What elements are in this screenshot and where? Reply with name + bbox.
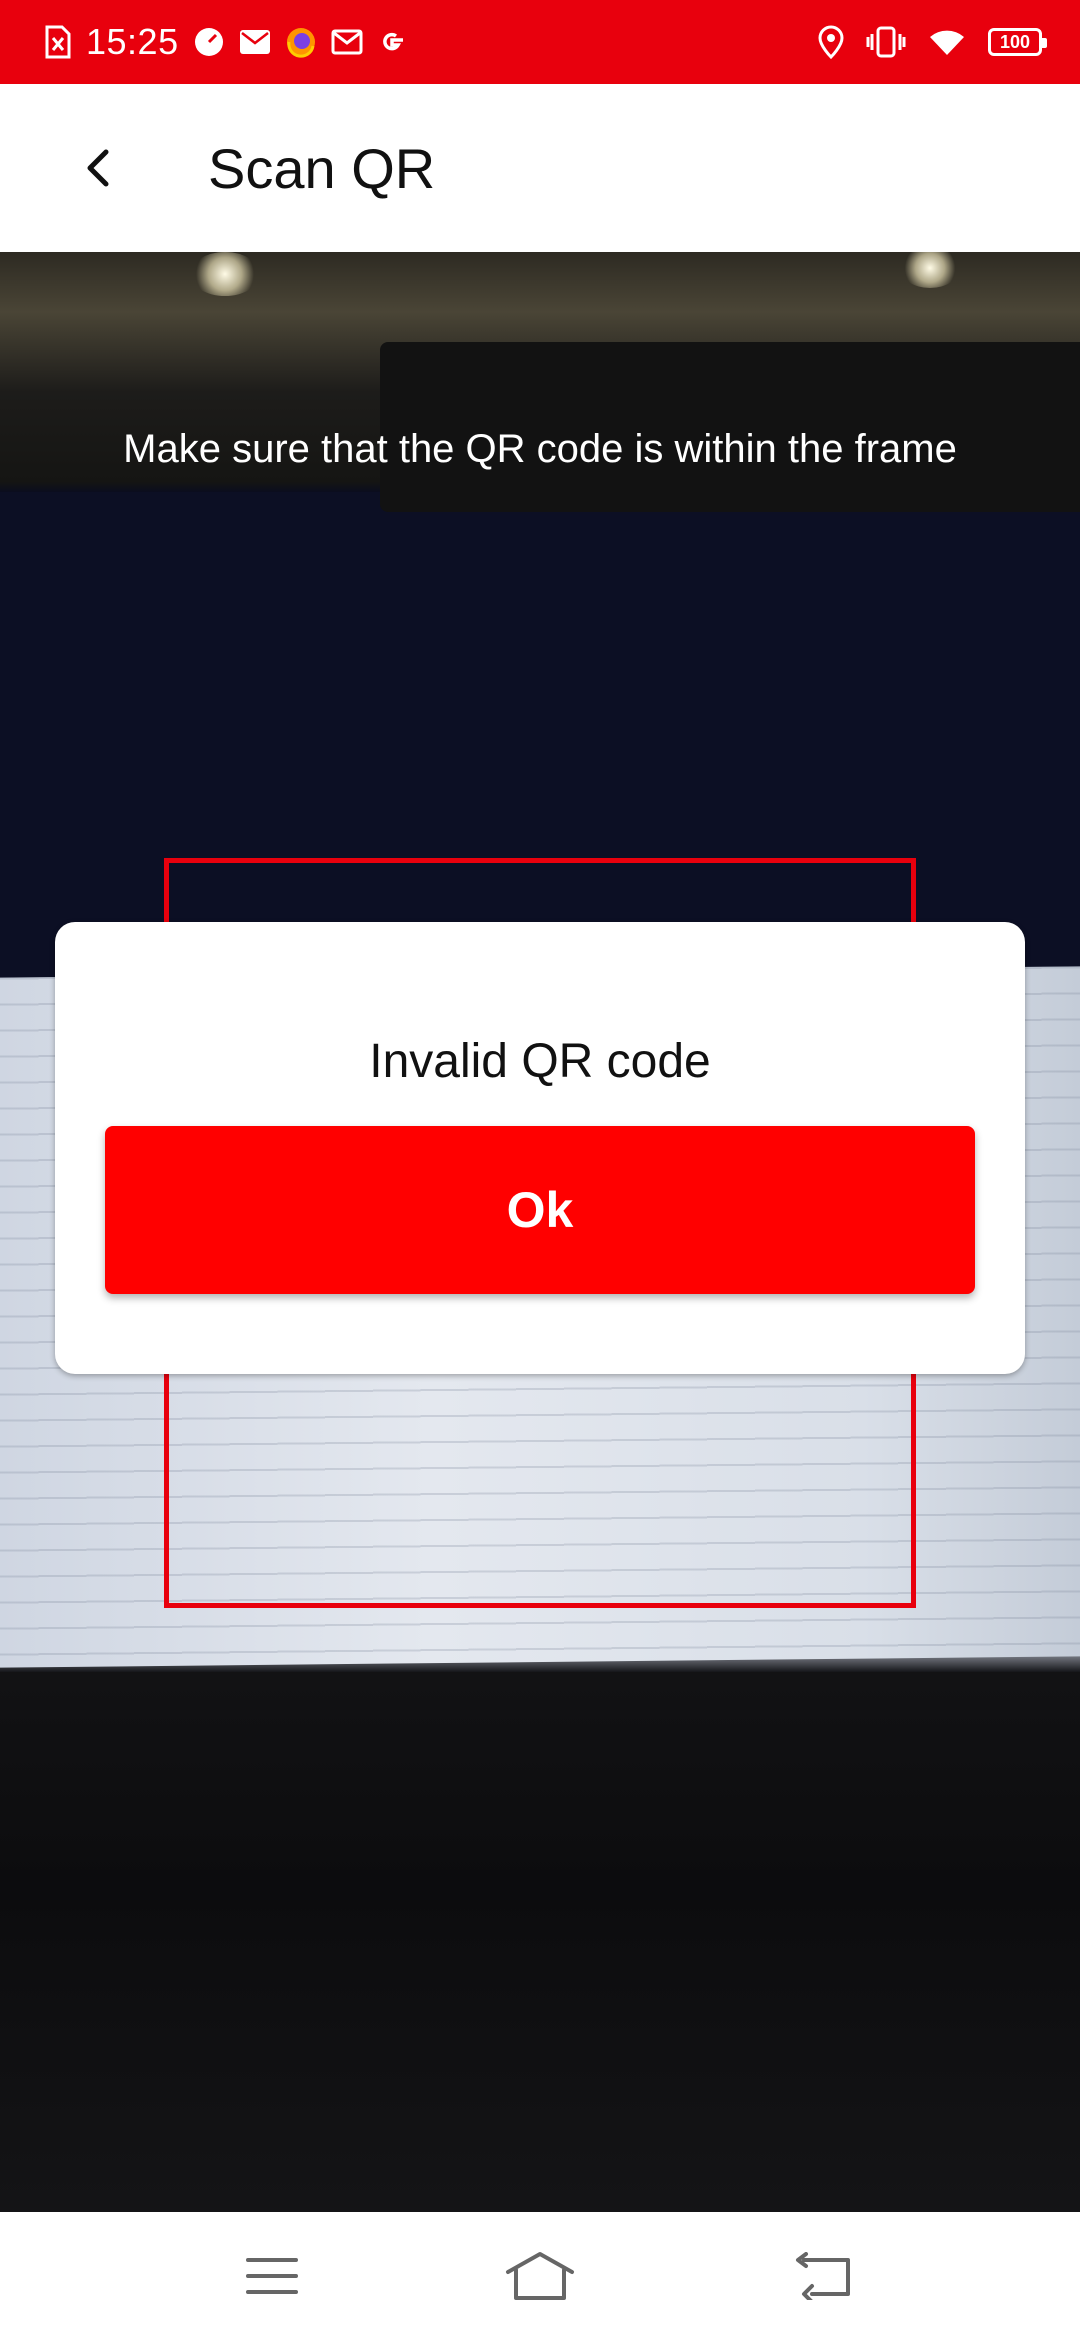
ok-button[interactable]: Ok [105, 1126, 975, 1294]
gmail-icon [331, 28, 363, 56]
status-right: 100 [818, 0, 1047, 84]
invalid-qr-dialog: Invalid QR code Ok [55, 922, 1025, 1374]
app-bar: Scan QR [0, 84, 1080, 252]
home-icon [506, 2252, 574, 2300]
speedometer-icon [193, 26, 225, 58]
location-icon [818, 25, 844, 59]
home-button[interactable] [480, 2234, 600, 2318]
firefox-icon [285, 26, 317, 58]
status-left: 15:25 [44, 0, 407, 84]
google-icon [377, 27, 407, 57]
navigation-bar [0, 2212, 1080, 2340]
back-icon [796, 2252, 850, 2300]
chevron-left-icon [87, 149, 109, 187]
wifi-icon [928, 27, 966, 57]
page-title: Scan QR [208, 136, 436, 200]
menu-icon [246, 2258, 298, 2294]
status-time: 15:25 [86, 21, 179, 62]
status-bar: 15:25 100 [0, 0, 1080, 84]
scan-instruction: Make sure that the QR code is within the… [123, 427, 957, 471]
battery-level: 100 [999, 31, 1031, 52]
back-button[interactable] [50, 120, 146, 216]
sim-off-icon [44, 25, 72, 59]
ceiling-light [190, 252, 260, 296]
menu-button[interactable] [212, 2234, 332, 2318]
dialog-message: Invalid QR code [369, 1035, 711, 1088]
camera-keyboard [0, 1672, 1080, 2212]
mail-icon [239, 28, 271, 56]
vibrate-icon [866, 26, 906, 58]
ceiling-light [900, 252, 960, 288]
nav-back-button[interactable] [764, 2234, 884, 2318]
battery-icon: 100 [988, 28, 1047, 56]
